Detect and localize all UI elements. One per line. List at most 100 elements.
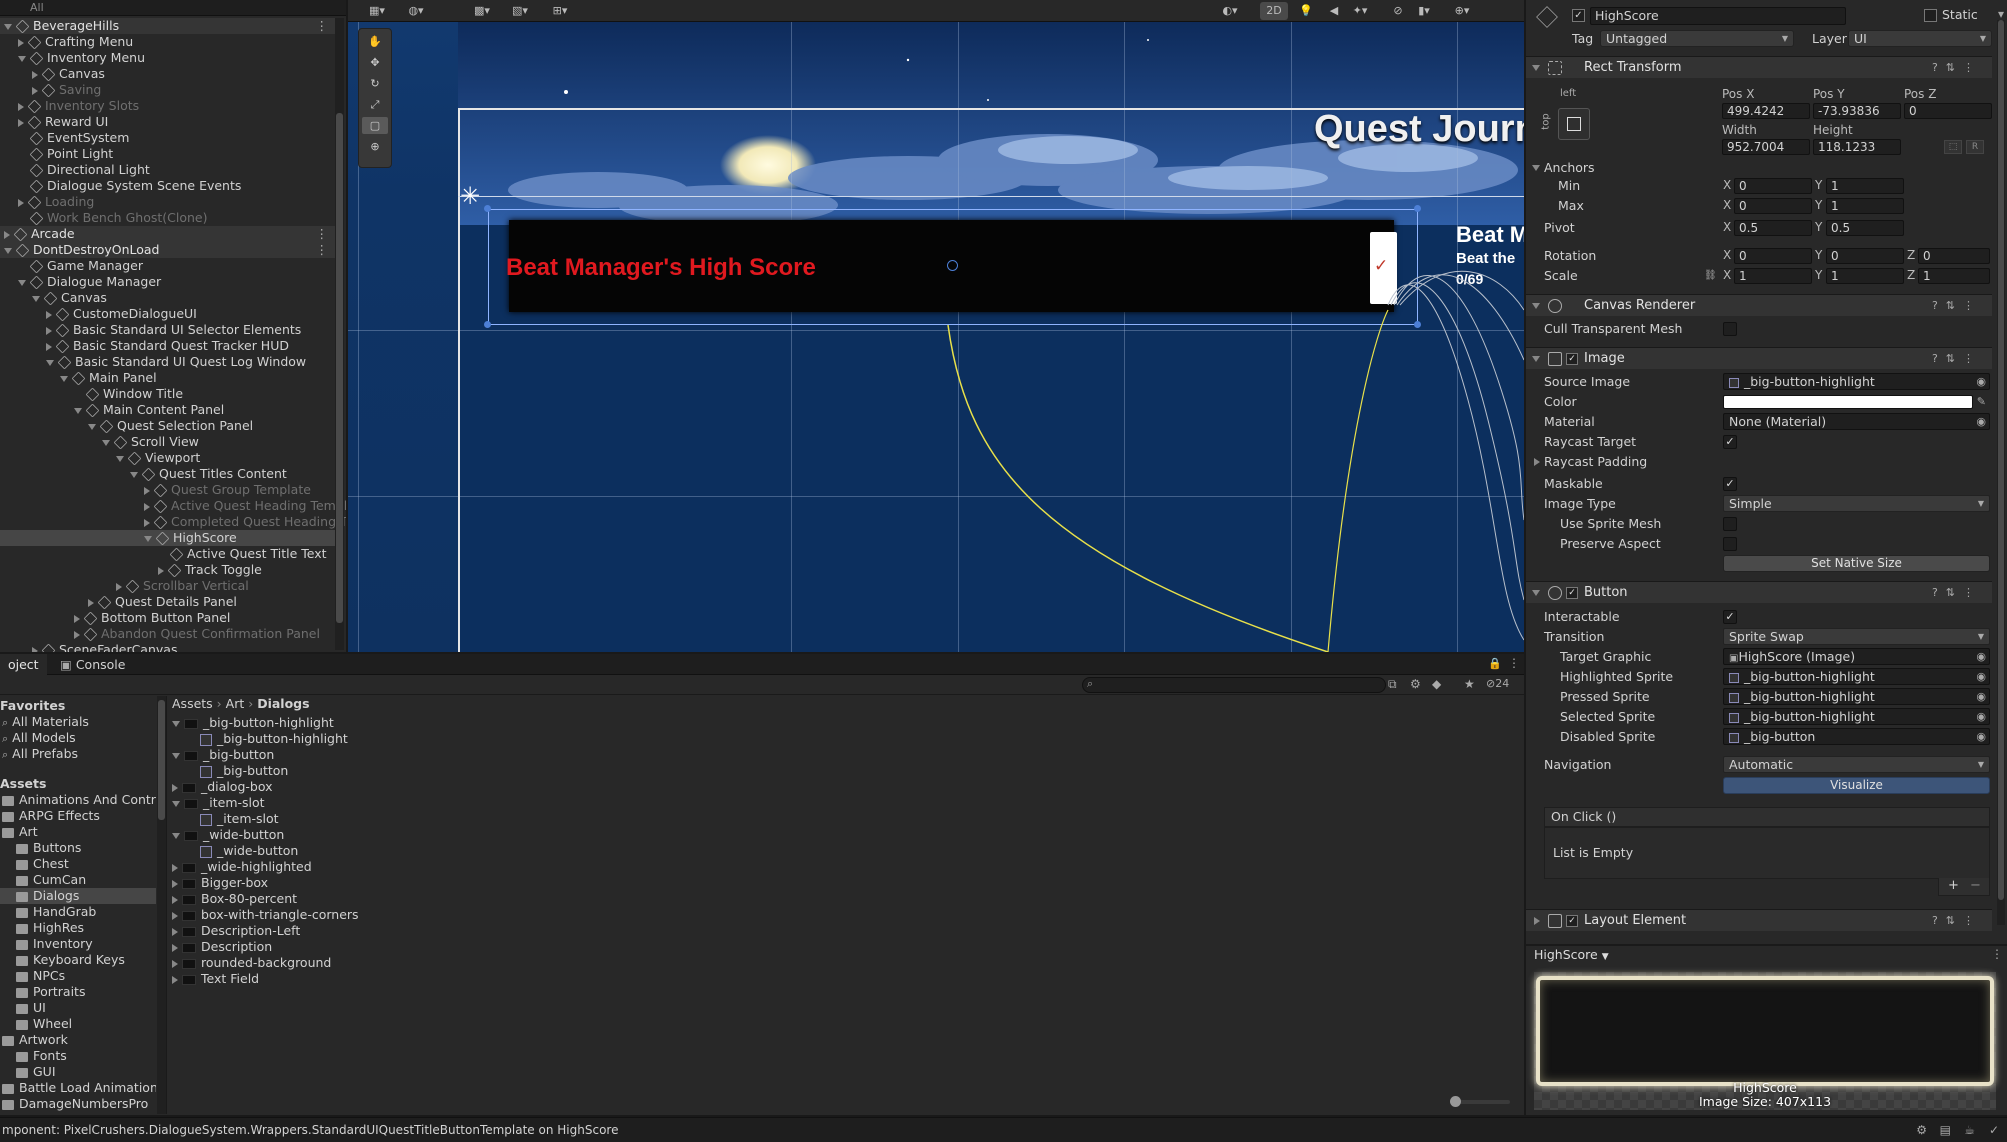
tag-dropdown[interactable]: Untagged bbox=[1600, 30, 1794, 47]
expand-arrow-icon[interactable] bbox=[74, 614, 80, 623]
rotation-x-field[interactable]: 0 bbox=[1734, 248, 1812, 264]
hierarchy-row[interactable]: Work Bench Ghost(Clone) bbox=[0, 210, 336, 226]
preview-object-dropdown[interactable]: HighScore ▼ bbox=[1534, 947, 1609, 962]
hierarchy-row[interactable]: CustomeDialogueUI bbox=[0, 306, 336, 322]
expand-arrow-icon[interactable] bbox=[32, 70, 38, 79]
expand-arrow-icon[interactable] bbox=[32, 86, 38, 95]
asset-item[interactable]: Text Field bbox=[170, 971, 259, 987]
hierarchy-row[interactable]: Basic Standard Quest Tracker HUD bbox=[0, 338, 336, 354]
height-field[interactable]: 118.1233 bbox=[1813, 139, 1901, 155]
hierarchy-row[interactable]: Dialogue Manager bbox=[0, 274, 336, 290]
expand-arrow-icon[interactable] bbox=[18, 38, 24, 47]
hierarchy-row[interactable]: Main Panel bbox=[0, 370, 336, 386]
rotation-z-field[interactable]: 0 bbox=[1918, 248, 1990, 264]
folder-item[interactable]: ARPG Effects bbox=[0, 808, 156, 824]
favorite-item[interactable]: ⌕ All Materials bbox=[0, 714, 156, 730]
anchors-row[interactable]: Anchors bbox=[1526, 159, 1992, 177]
inspector-scrollbar[interactable] bbox=[1997, 20, 2005, 925]
scene-menu-icon[interactable]: ⋮ bbox=[316, 18, 329, 34]
expand-arrow-icon[interactable] bbox=[74, 407, 82, 414]
expand-arrow-icon[interactable] bbox=[144, 502, 150, 511]
transition-dropdown[interactable]: Sprite Swap bbox=[1723, 628, 1990, 645]
snap-icon[interactable]: ▧▾ bbox=[508, 2, 532, 20]
component-menu-icon[interactable]: ?⇅⋮ bbox=[1932, 295, 1982, 317]
component-menu-icon[interactable]: ?⇅⋮ bbox=[1932, 910, 1982, 932]
hierarchy-scene-row[interactable]: BeverageHills ⋮ bbox=[0, 18, 336, 34]
pos-y-field[interactable]: -73.93836 bbox=[1813, 103, 1901, 119]
object-picker-icon[interactable]: ◉ bbox=[1976, 728, 1986, 746]
maskable-checkbox[interactable]: ✓ bbox=[1723, 477, 1737, 491]
folder-item[interactable]: Animations And Controller bbox=[0, 792, 156, 808]
hierarchy-row[interactable]: Crafting Menu bbox=[0, 34, 336, 50]
progress-icon[interactable]: ⚙ bbox=[1916, 1118, 1927, 1142]
hierarchy-row[interactable]: Active Quest Title Text bbox=[0, 546, 336, 562]
asset-item[interactable]: rounded-background bbox=[170, 955, 331, 971]
visualize-button[interactable]: Visualize bbox=[1723, 777, 1990, 794]
expand-arrow-icon[interactable] bbox=[102, 439, 110, 446]
add-listener-button[interactable]: + bbox=[1948, 878, 1959, 894]
tab-project[interactable]: oject bbox=[0, 654, 47, 675]
hierarchy-row[interactable]: Abandon Quest Confirmation Panel bbox=[0, 626, 336, 642]
active-checkbox[interactable]: ✓ bbox=[1572, 9, 1585, 22]
hierarchy-row[interactable]: Loading bbox=[0, 194, 336, 210]
folder-item[interactable]: Battle Load Animations bbox=[0, 1080, 156, 1096]
hierarchy-row[interactable]: SceneFaderCanvas bbox=[0, 642, 336, 652]
project-search-input[interactable]: ⌕ bbox=[1082, 677, 1386, 693]
pos-z-field[interactable]: 0 bbox=[1904, 103, 1992, 119]
hierarchy-row[interactable]: Basic Standard UI Selector Elements bbox=[0, 322, 336, 338]
hierarchy-scrollbar[interactable] bbox=[335, 18, 344, 650]
layer-dropdown[interactable]: UI bbox=[1848, 30, 1992, 47]
hand-tool-icon[interactable]: ✋ bbox=[362, 33, 388, 50]
expand-arrow-icon[interactable] bbox=[172, 943, 178, 952]
hierarchy-row[interactable]: Track Toggle bbox=[0, 562, 336, 578]
hierarchy-row[interactable]: HighScore bbox=[0, 530, 336, 546]
width-field[interactable]: 952.7004 bbox=[1722, 139, 1810, 155]
expand-arrow-icon[interactable] bbox=[88, 423, 96, 430]
pivot-y-field[interactable]: 0.5 bbox=[1826, 220, 1904, 236]
debug-icon[interactable]: ☕ bbox=[1964, 1118, 1975, 1142]
scale-tool-icon[interactable]: ⤢ bbox=[362, 96, 388, 113]
layout-element-header[interactable]: ✓ Layout Element ?⇅⋮ bbox=[1526, 909, 1992, 931]
disabled-sprite-field[interactable]: _big-button bbox=[1723, 728, 1990, 745]
lighting-icon[interactable]: 💡 bbox=[1294, 2, 1318, 20]
expand-arrow-icon[interactable] bbox=[130, 471, 138, 478]
zoom-slider[interactable] bbox=[1450, 1096, 1510, 1107]
expand-arrow-icon[interactable] bbox=[88, 598, 94, 607]
expand-arrow-icon[interactable] bbox=[116, 582, 122, 591]
asset-item[interactable]: _wide-button bbox=[170, 827, 284, 843]
hierarchy-row[interactable]: Quest Titles Content bbox=[0, 466, 336, 482]
rotation-y-field[interactable]: 0 bbox=[1826, 248, 1904, 264]
asset-item[interactable]: Description bbox=[170, 939, 272, 955]
static-dropdown-icon[interactable]: ▾ bbox=[1998, 7, 2004, 21]
hierarchy-row[interactable]: Canvas bbox=[0, 290, 336, 306]
expand-arrow-icon[interactable] bbox=[172, 959, 178, 968]
folder-item[interactable]: Chest bbox=[0, 856, 156, 872]
object-name-field[interactable]: HighScore bbox=[1590, 7, 1846, 25]
hierarchy-row[interactable]: Directional Light bbox=[0, 162, 336, 178]
asset-item[interactable]: _item-slot bbox=[170, 795, 265, 811]
folder-item[interactable]: Dialogs bbox=[0, 888, 156, 904]
eyedropper-icon[interactable]: ✎ bbox=[1977, 393, 1986, 411]
expand-arrow-icon[interactable] bbox=[74, 630, 80, 639]
resize-handle[interactable] bbox=[484, 321, 491, 328]
expand-arrow-icon[interactable] bbox=[172, 879, 178, 888]
expand-arrow-icon[interactable] bbox=[172, 927, 178, 936]
expand-arrow-icon[interactable] bbox=[172, 895, 178, 904]
expand-arrow-icon[interactable] bbox=[18, 198, 24, 207]
camera-icon[interactable]: ▮▾ bbox=[1412, 2, 1436, 20]
folder-item[interactable]: Editor bbox=[0, 1112, 156, 1114]
hierarchy-row[interactable]: Canvas bbox=[0, 66, 336, 82]
folder-item[interactable]: Art bbox=[0, 824, 156, 840]
pos-x-field[interactable]: 499.4242 bbox=[1722, 103, 1810, 119]
hierarchy-row[interactable]: Active Quest Heading Templa bbox=[0, 498, 346, 514]
expand-arrow-icon[interactable] bbox=[32, 646, 38, 652]
hierarchy-row[interactable]: Point Light bbox=[0, 146, 336, 162]
hierarchy-row[interactable]: Dialogue System Scene Events bbox=[0, 178, 336, 194]
asset-item[interactable]: _big-button bbox=[170, 747, 274, 763]
resize-handle[interactable] bbox=[484, 205, 491, 212]
expand-arrow-icon[interactable] bbox=[32, 295, 40, 302]
selected-sprite-field[interactable]: _big-button-highlight bbox=[1723, 708, 1990, 725]
button-enabled-checkbox[interactable]: ✓ bbox=[1566, 587, 1578, 599]
gizmos-icon[interactable]: ⊕▾ bbox=[1450, 2, 1474, 20]
expand-arrow-icon[interactable] bbox=[158, 566, 164, 575]
